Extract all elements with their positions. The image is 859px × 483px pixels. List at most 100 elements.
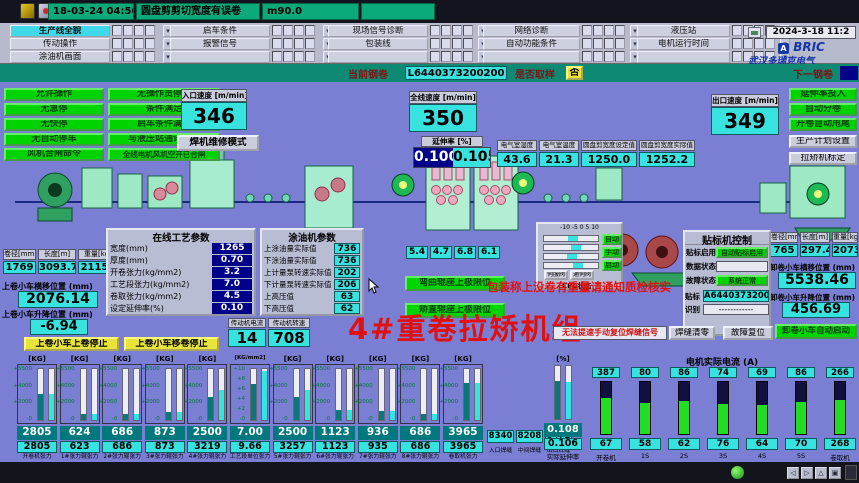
cpc-bar-track [543, 244, 599, 251]
function-button[interactable]: 延伸率投入 [789, 88, 857, 101]
gauge-set-value: 873 [145, 426, 185, 440]
status-button[interactable]: 无急停 [4, 103, 104, 116]
printer-icon[interactable] [748, 27, 761, 38]
menu-button-启车条件[interactable]: 启车条件 [170, 25, 270, 37]
function-button[interactable]: 自动分卷 [789, 103, 857, 116]
status-tray-icon[interactable] [731, 466, 744, 479]
menu-button-传动操作[interactable]: 传动操作 [10, 38, 110, 50]
status-button[interactable]: 允许操作 [4, 88, 104, 101]
taskbar-edge-icon[interactable] [845, 465, 857, 480]
gauge-bar-fill [305, 390, 310, 420]
motor-bar-track [834, 381, 846, 435]
gauge-bar-fill [123, 414, 128, 420]
menu-button-网络诊断[interactable]: 网络诊断 [483, 25, 580, 37]
gauge-unit: [KG] [443, 355, 483, 364]
gauge-actual-value: 2805 [17, 441, 57, 453]
motor-bar-fill [601, 398, 611, 434]
coil-car-stop-button[interactable]: 上卷小车上卷停止 [24, 337, 119, 351]
status-button[interactable]: 无自动停车 [4, 133, 104, 146]
gauge-unit: [KG] [145, 355, 185, 364]
menu-button-blank[interactable] [637, 51, 730, 63]
param-label: 工艺段张力(kg/mm2) [110, 279, 189, 290]
app-logo-icon[interactable] [20, 3, 35, 19]
window-nav-left-icon[interactable]: ◁ [787, 467, 799, 479]
window-nav-right-icon[interactable]: ▷ [801, 467, 813, 479]
motor-column: 86622S [666, 367, 702, 462]
gauge-tick: +5500 [99, 366, 118, 372]
menu-cell [283, 51, 293, 62]
labeler-title: 贴标机控制 [685, 232, 769, 245]
menu-button-液压站[interactable]: 液压站 [637, 25, 730, 37]
menu-cell [294, 38, 304, 49]
menu-cell [743, 38, 753, 49]
gauge-unit: [KG] [60, 355, 100, 364]
labeler-status-button[interactable]: 系统正常 [716, 275, 768, 286]
menu-cell [732, 25, 742, 36]
function-button[interactable]: 开卷自动甩尾 [789, 118, 857, 131]
alarm-extra-field [361, 3, 435, 20]
labeler-status-button[interactable]: 自动贴标启用 [716, 247, 768, 258]
cpc-mode-button[interactable]: 自动 [602, 234, 622, 245]
gauge-tick: +2000 [141, 399, 160, 405]
menu-button-blank[interactable] [328, 51, 428, 63]
gauge-tick: +4000 [184, 383, 203, 389]
cpc-bar-marker [567, 254, 577, 259]
labeler-row: 故障状态系统正常 [685, 273, 769, 287]
gauge-tick: +5500 [397, 366, 416, 372]
param-value: 206 [334, 279, 360, 290]
function-button[interactable]: 生产计划设置 [789, 135, 857, 148]
cpc-bar-marker [573, 263, 583, 268]
menu-button-现场信号诊断[interactable]: 现场信号诊断 [328, 25, 428, 37]
cpc-mode-button[interactable]: 启动 [602, 260, 622, 271]
labeler-tag-value: A6440373200200 [703, 290, 769, 302]
gauge-actual-value: 686 [102, 441, 142, 453]
window-up-icon[interactable]: △ [815, 467, 827, 479]
gauge-tick: -0 [325, 416, 330, 422]
gauge-label: 2#张力辊张力 [100, 454, 144, 460]
status-button[interactable]: 风机合闸命令 [4, 148, 104, 161]
weld-position-label: 入口焊缝 [487, 445, 514, 454]
coil-car-stop-button[interactable]: 上卷小车移卷停止 [124, 337, 219, 351]
param-label: 宽度(mm) [110, 243, 148, 254]
gauge-actual-value: 3219 [187, 441, 227, 453]
function-button[interactable]: 拉矫机标定 [789, 152, 857, 165]
gauge-tick: +2000 [269, 399, 288, 405]
cpc-mode-button[interactable]: 手动 [602, 247, 622, 258]
menu-button-包装线[interactable]: 包装线 [328, 38, 428, 50]
menu-button-blank[interactable] [483, 51, 580, 63]
motor-label: 2S [666, 452, 702, 460]
elongation-set-value[interactable]: 0.100 [414, 148, 453, 167]
exit-car-auto-start-button[interactable]: 卸卷小车自动启动 [775, 324, 857, 339]
tension-gauge: [KG]+5500+4000+2000-06246231#张力辊张力 [60, 355, 100, 462]
mouse-cursor [368, 278, 380, 294]
weld-repair-mode-button[interactable]: 焊机维修模式 [177, 135, 259, 151]
status-button[interactable]: 无快停 [4, 118, 104, 131]
menu-button-涂油机画面[interactable]: 涂油机画面 [10, 51, 110, 63]
menu-button-生产线全貌[interactable]: 生产线全貌 [10, 25, 110, 37]
motor-bar-track [717, 381, 729, 435]
cpc-scale: -10 -5 0 5 10 [538, 224, 621, 232]
gauge-set-bar [463, 368, 470, 421]
menu-button-blank[interactable] [170, 51, 270, 63]
gauge-tick: +4000 [141, 383, 160, 389]
gauge-label: 5#张力辊张力 [271, 454, 315, 460]
window-home-icon[interactable]: ▣ [829, 467, 841, 479]
gauge-unit: [KG] [315, 355, 355, 364]
param-value: 4.5 [212, 291, 252, 302]
menu-button-报警信号[interactable]: 报警信号 [170, 38, 270, 50]
menu-cell [430, 38, 440, 49]
motor-top-value: 387 [592, 367, 620, 378]
labeler-row: 数据状态 [685, 259, 769, 273]
coil-info-header: 重量[kg] [832, 232, 858, 243]
fault-reset-button[interactable]: 故障复位 [723, 326, 773, 340]
menu-button-电机运行时间[interactable]: 电机运行时间 [637, 38, 730, 50]
menu-button-自动功能条件[interactable]: 自动功能条件 [483, 38, 580, 50]
gauge-tick: -0 [410, 416, 415, 422]
sample-toggle[interactable]: 否 [566, 66, 583, 80]
gauge-actual-bar [261, 368, 268, 421]
gauge-tick: +5500 [354, 366, 373, 372]
gauge-label: 4#张力辊张力 [185, 454, 229, 460]
gauge-set-value: 1123 [315, 426, 355, 440]
weld-clear-button[interactable]: 焊缝清零 [669, 326, 715, 340]
gauge-bar-fill [432, 414, 437, 420]
